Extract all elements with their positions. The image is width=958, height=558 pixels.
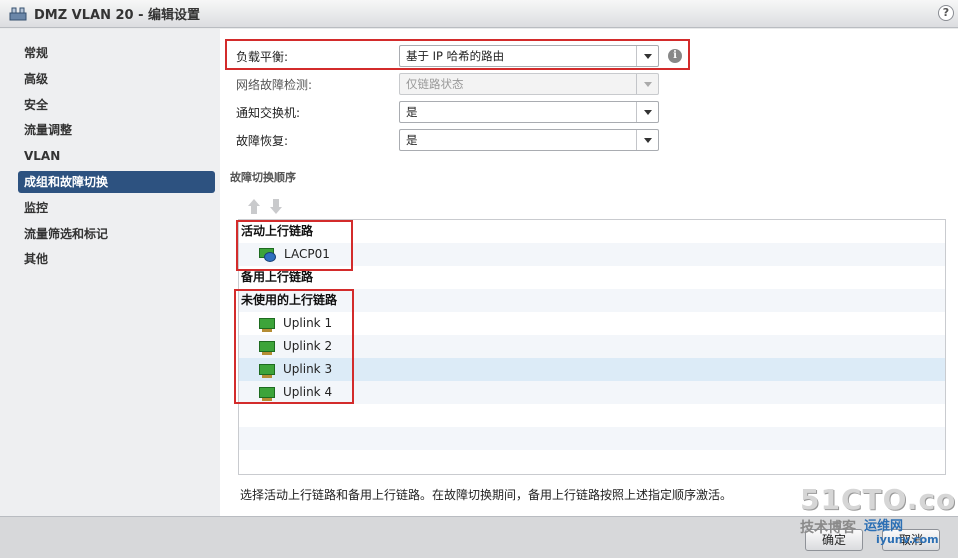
uplink-label: Uplink 4 [283, 385, 333, 399]
list-item[interactable]: Uplink 4 [239, 381, 945, 404]
list-item: 未使用的上行链路 [239, 289, 945, 312]
notify-switches-label: 通知交换机: [236, 105, 301, 120]
content-panel: 负载平衡: 基于 IP 哈希的路由 i 网络故障检测: 仅链路状态 通知交换机:… [220, 29, 958, 516]
distributed-portgroup-icon [9, 7, 27, 20]
arrow-up-icon[interactable] [246, 199, 262, 215]
window-titlebar: DMZ VLAN 20 - 编辑设置 ? [0, 0, 958, 28]
dropdown-button [636, 74, 658, 94]
list-item [239, 427, 945, 450]
uplink-entry: Uplink 4 [259, 381, 332, 404]
failback-select[interactable]: 是 [399, 129, 659, 151]
cancel-button[interactable]: 取消 [882, 529, 941, 551]
standby-uplinks-label: 备用上行链路 [241, 270, 314, 284]
sidebar-item-advanced[interactable]: 高级 [18, 68, 215, 90]
load-balancing-label: 负载平衡: [236, 49, 289, 64]
lag-icon [259, 248, 276, 262]
nic-icon [259, 364, 275, 378]
nic-icon [259, 341, 275, 355]
notify-switches-row: 通知交换机: 是 [236, 101, 659, 123]
failback-label: 故障恢复: [236, 133, 289, 148]
list-item [239, 450, 945, 473]
sidebar-item-monitoring[interactable]: 监控 [18, 197, 215, 219]
help-icon[interactable]: ? [938, 5, 954, 21]
chevron-down-icon [643, 109, 652, 115]
sidebar-item-general[interactable]: 常规 [18, 42, 215, 64]
sidebar-item-teaming-failover[interactable]: 成组和故障切换 [18, 170, 215, 193]
dropdown-button[interactable] [636, 46, 658, 66]
sidebar-item-traffic-shaping[interactable]: 流量调整 [18, 119, 215, 141]
notify-switches-value: 是 [406, 105, 418, 119]
uplink-label: Uplink 1 [283, 316, 333, 330]
failback-row: 故障恢复: 是 [236, 129, 659, 151]
uplink-entry: LACP01 [259, 243, 330, 266]
unused-uplinks-label: 未使用的上行链路 [241, 293, 338, 307]
uplink-entry: Uplink 2 [259, 335, 332, 358]
load-balancing-select[interactable]: 基于 IP 哈希的路由 [399, 45, 659, 67]
load-balancing-value: 基于 IP 哈希的路由 [406, 49, 505, 63]
dropdown-button[interactable] [636, 130, 658, 150]
active-uplinks-label: 活动上行链路 [241, 224, 314, 238]
uplink-label: LACP01 [284, 247, 330, 261]
move-buttons [246, 199, 284, 215]
sidebar-item-security[interactable]: 安全 [18, 94, 215, 116]
notify-switches-select[interactable]: 是 [399, 101, 659, 123]
list-item[interactable]: Uplink 3 [239, 358, 945, 381]
window-title: DMZ VLAN 20 - 编辑设置 [34, 8, 201, 23]
uplink-label: Uplink 3 [283, 362, 333, 376]
info-icon[interactable]: i [668, 49, 682, 63]
settings-sidebar: 常规 高级 安全 流量调整 VLAN 成组和故障切换 监控 流量筛选和标记 其他 [0, 29, 220, 516]
failover-order-title: 故障切换顺序 [230, 171, 296, 184]
list-item[interactable]: LACP01 [239, 243, 945, 266]
uplink-entry: Uplink 1 [259, 312, 332, 335]
sidebar-item-vlan[interactable]: VLAN [18, 145, 215, 167]
failure-detection-label: 网络故障检测: [236, 77, 313, 92]
chevron-down-icon [643, 81, 652, 87]
failover-hint-text: 选择活动上行链路和备用上行链路。在故障切换期间，备用上行链路按照上述指定顺序激活… [240, 488, 733, 502]
uplink-label: Uplink 2 [283, 339, 333, 353]
list-item: 活动上行链路 [239, 220, 945, 243]
list-item[interactable]: Uplink 1 [239, 312, 945, 335]
list-item [239, 404, 945, 427]
sidebar-item-traffic-filtering[interactable]: 流量筛选和标记 [18, 223, 215, 245]
chevron-down-icon [643, 137, 652, 143]
ok-button[interactable]: 确定 [805, 529, 864, 551]
nic-icon [259, 387, 275, 401]
chevron-down-icon [643, 53, 652, 59]
failure-detection-value: 仅链路状态 [406, 77, 464, 91]
failure-detection-select: 仅链路状态 [399, 73, 659, 95]
arrow-down-icon[interactable] [268, 199, 284, 215]
load-balancing-row: 负载平衡: 基于 IP 哈希的路由 i [236, 45, 682, 67]
failback-value: 是 [406, 133, 418, 147]
failure-detection-row: 网络故障检测: 仅链路状态 [236, 73, 659, 95]
nic-icon [259, 318, 275, 332]
dropdown-button[interactable] [636, 102, 658, 122]
list-item: 备用上行链路 [239, 266, 945, 289]
uplink-entry: Uplink 3 [259, 358, 332, 381]
list-item[interactable]: Uplink 2 [239, 335, 945, 358]
sidebar-item-miscellaneous[interactable]: 其他 [18, 248, 215, 270]
failover-order-list: 活动上行链路 LACP01 备用上行链路 未使用的上行链路 Uplink 1 U… [238, 219, 946, 475]
